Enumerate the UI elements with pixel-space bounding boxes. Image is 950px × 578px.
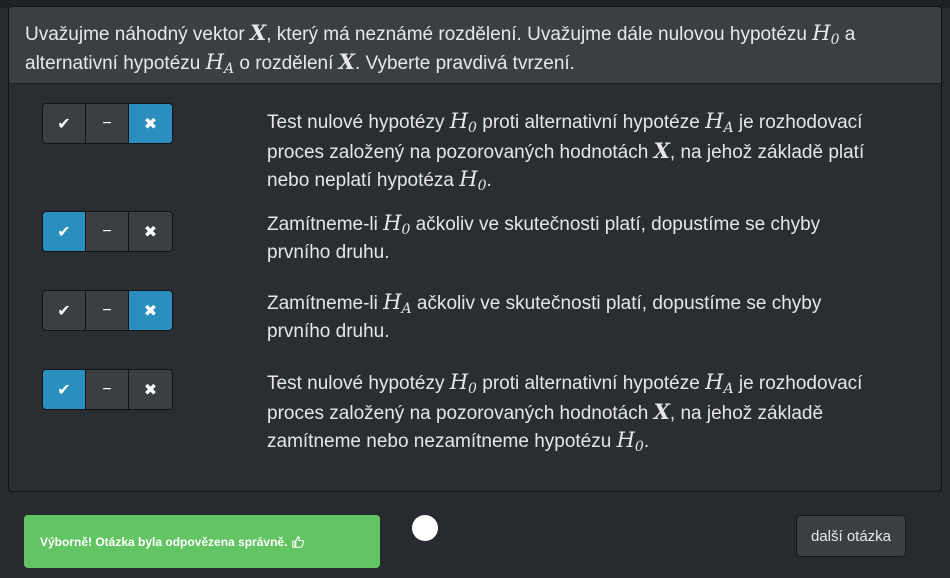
answer-toggle-group: ✔ − ✖ xyxy=(42,211,173,252)
statement-text: Test nulové hypotézy H0 proti alternativ… xyxy=(267,108,907,195)
check-icon: ✔ xyxy=(57,302,71,320)
false-button[interactable]: ✖ xyxy=(129,370,172,409)
false-button[interactable]: ✖ xyxy=(129,212,172,251)
text-part: proti alternativní hypotéze xyxy=(476,112,706,133)
question-text-part: . Vyberte pravdivá tvrzení. xyxy=(354,53,575,74)
math-h0: H0 xyxy=(459,167,487,194)
status-dot xyxy=(412,515,438,541)
cross-icon: ✖ xyxy=(143,381,158,399)
check-icon: ✔ xyxy=(57,223,71,241)
text-part: je rozhodovací xyxy=(733,112,863,133)
statement-line: zamítneme nebo nezamítneme hypotézu H0. xyxy=(267,427,907,456)
math-h0: H0 xyxy=(616,428,644,455)
math-var-x: X xyxy=(653,137,670,163)
text-part: . xyxy=(643,431,650,452)
feedback-text: Výborně! Otázka byla odpovězena správně. xyxy=(40,534,288,549)
statement-text: Test nulové hypotézy H0 proti alternativ… xyxy=(267,369,907,456)
statement-line: Zamítneme-li HA ačkoliv ve skutečnosti p… xyxy=(267,289,907,318)
question-card: Uvažujme náhodný vektor X, který má nezn… xyxy=(8,6,942,492)
dash-icon: − xyxy=(102,380,112,398)
thumbs-up-icon xyxy=(292,535,305,548)
text-part: prvního druhu. xyxy=(267,320,390,342)
math-ha: HA xyxy=(705,370,734,397)
true-button[interactable]: ✔ xyxy=(43,370,86,409)
neutral-button[interactable]: − xyxy=(86,370,129,409)
statement-line: nebo neplatí hypotéza H0. xyxy=(267,166,907,195)
text-part: ačkoliv ve skutečnosti platí, dopustíme … xyxy=(411,293,822,314)
text-part: prvního druhu. xyxy=(267,241,390,263)
answer-toggle-group: ✔ − ✖ xyxy=(42,369,173,410)
math-var-x: X xyxy=(338,49,355,74)
true-button[interactable]: ✔ xyxy=(43,291,86,330)
statement-line: Test nulové hypotézy H0 proti alternativ… xyxy=(267,108,907,137)
question-text: Uvažujme náhodný vektor X, který má nezn… xyxy=(9,7,941,84)
math-var-x: X xyxy=(249,20,267,45)
statement-line: proces založený na pozorovaných hodnotác… xyxy=(267,137,907,167)
success-alert: Výborně! Otázka byla odpovězena správně. xyxy=(24,515,380,568)
true-button[interactable]: ✔ xyxy=(43,104,86,143)
text-part: . xyxy=(486,170,492,191)
dash-icon: − xyxy=(102,114,112,132)
question-line-2: alternativní hypotézu HA o rozdělení X. … xyxy=(25,48,925,77)
cross-icon: ✖ xyxy=(143,223,158,241)
cross-icon: ✖ xyxy=(143,302,158,320)
statement-text: Zamítneme-li HA ačkoliv ve skutečnosti p… xyxy=(267,289,907,345)
math-h0: H0 xyxy=(449,109,477,136)
statement-line: Test nulové hypotézy H0 proti alternativ… xyxy=(267,369,907,398)
answer-toggle-group: ✔ − ✖ xyxy=(42,290,173,331)
neutral-button[interactable]: − xyxy=(86,291,129,330)
text-part: proces založený na pozorovaných hodnotác… xyxy=(267,402,654,424)
text-part: Test nulové hypotézy xyxy=(267,112,450,133)
text-part: proces založený na pozorovaných hodnotác… xyxy=(267,141,654,163)
check-icon: ✔ xyxy=(57,381,71,399)
question-text-part: Uvažujme náhodný vektor xyxy=(25,24,250,45)
answer-toggle-group: ✔ − ✖ xyxy=(42,103,173,144)
math-h0: H0 xyxy=(812,21,840,48)
next-question-label: další otázka xyxy=(810,527,892,545)
text-part: nebo neplatí hypotéza xyxy=(267,170,460,191)
neutral-button[interactable]: − xyxy=(86,212,129,251)
neutral-button[interactable]: − xyxy=(86,104,129,143)
math-var-x: X xyxy=(653,398,670,424)
question-text-part: a xyxy=(839,24,856,45)
text-part: zamítneme nebo nezamítneme hypotézu xyxy=(267,431,617,452)
question-text-part: alternativní hypotézu xyxy=(25,53,206,74)
statement-text: Zamítneme-li H0 ačkoliv ve skutečnosti p… xyxy=(267,210,907,266)
dash-icon: − xyxy=(102,301,112,319)
false-button[interactable]: ✖ xyxy=(129,291,172,330)
statement-line: proces založený na pozorovaných hodnotác… xyxy=(267,398,907,428)
statement-line: Zamítneme-li H0 ačkoliv ve skutečnosti p… xyxy=(267,210,907,239)
question-text-part: o rozdělení xyxy=(234,53,339,74)
text-part: ačkoliv ve skutečnosti platí, dopustíme … xyxy=(410,214,821,235)
text-part: Zamítneme-li xyxy=(267,293,384,314)
text-part: Test nulové hypotézy xyxy=(267,373,450,394)
false-button[interactable]: ✖ xyxy=(129,104,172,143)
text-part: je rozhodovací xyxy=(733,373,863,394)
dash-icon: − xyxy=(102,222,112,240)
question-text-part: , který má neznámé rozdělení. Uvažujme d… xyxy=(266,24,813,45)
true-button[interactable]: ✔ xyxy=(43,212,86,251)
math-ha: HA xyxy=(705,109,734,136)
text-part: , na jehož základě platí xyxy=(669,141,865,163)
math-h0: H0 xyxy=(449,370,477,397)
next-question-button[interactable]: další otázka xyxy=(796,515,906,557)
question-line-1: Uvažujme náhodný vektor X, který má nezn… xyxy=(25,19,925,48)
math-ha: HA xyxy=(205,50,235,77)
check-icon: ✔ xyxy=(57,115,71,133)
statement-line: prvního druhu. xyxy=(267,239,907,267)
cross-icon: ✖ xyxy=(143,115,158,133)
math-h0: H0 xyxy=(383,211,411,238)
text-part: Zamítneme-li xyxy=(267,214,384,235)
text-part: proti alternativní hypotéze xyxy=(476,373,706,394)
statement-line: prvního druhu. xyxy=(267,318,907,346)
text-part: , na jehož základě xyxy=(669,402,824,424)
math-ha: HA xyxy=(383,290,412,317)
